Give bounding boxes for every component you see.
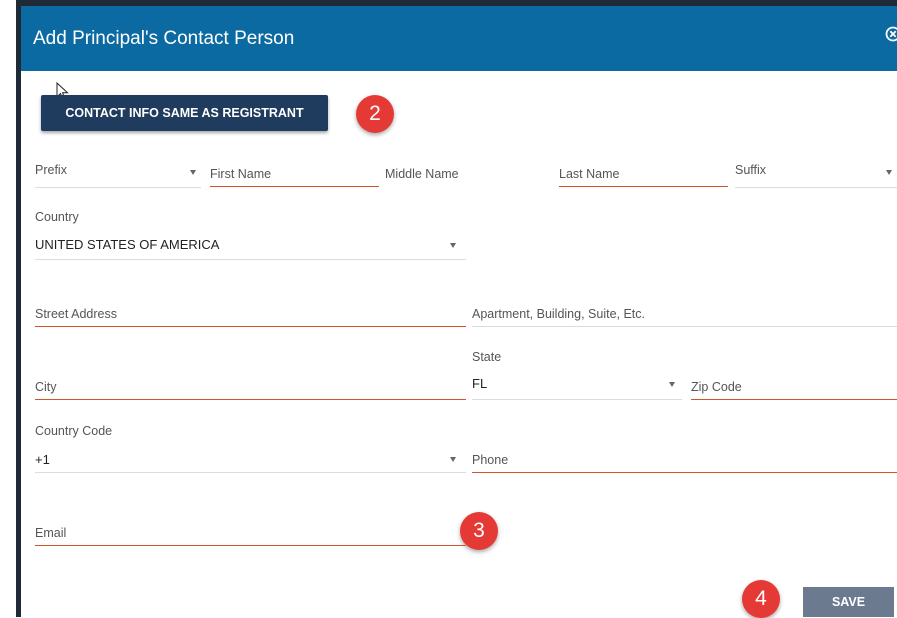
dialog-title: Add Principal's Contact Person (33, 28, 294, 50)
contact-same-as-registrant-button[interactable]: CONTACT INFO SAME AS REGISTRANT (41, 95, 328, 131)
zip-code-field[interactable]: Zip Code (691, 374, 897, 400)
street-address-underline (35, 326, 466, 327)
prefix-label: Prefix (35, 163, 67, 177)
country-code-label: Country Code (35, 424, 112, 438)
country-select[interactable]: UNITED STATES OF AMERICA (35, 232, 466, 260)
chevron-down-icon (450, 457, 456, 462)
first-name-label: First Name (210, 167, 271, 181)
phone-underline (472, 472, 897, 473)
suffix-label: Suffix (735, 163, 766, 177)
phone-field[interactable]: Phone (472, 447, 897, 473)
chevron-down-icon (450, 243, 456, 248)
country-value: UNITED STATES OF AMERICA (35, 237, 219, 252)
last-name-field[interactable]: Last Name (559, 160, 728, 188)
state-underline (472, 399, 682, 400)
apartment-underline (472, 326, 897, 327)
prefix-underline (35, 187, 201, 188)
country-underline (35, 259, 466, 260)
street-address-field[interactable]: Street Address (35, 302, 466, 328)
middle-name-field[interactable]: Middle Name (385, 160, 550, 188)
state-label: State (472, 350, 501, 364)
step-callout-2: 2 (356, 95, 394, 133)
chevron-down-icon (886, 170, 892, 175)
state-select[interactable]: FL (472, 372, 682, 400)
zip-code-underline (691, 399, 897, 400)
email-underline (35, 545, 466, 546)
close-icon[interactable] (885, 26, 897, 42)
chevron-down-icon (190, 170, 196, 175)
last-name-label: Last Name (559, 167, 619, 181)
dialog-header: Add Principal's Contact Person (21, 6, 897, 71)
step-callout-4: 4 (742, 580, 780, 618)
prefix-select[interactable]: Prefix (35, 160, 201, 188)
email-label: Email (35, 526, 66, 540)
last-name-underline (559, 186, 728, 187)
street-address-label: Street Address (35, 307, 117, 321)
dialog-border-left (16, 0, 21, 617)
state-value: FL (472, 376, 487, 391)
first-name-field[interactable]: First Name (210, 160, 379, 188)
suffix-select[interactable]: Suffix (735, 160, 897, 188)
country-code-select[interactable]: +1 (35, 446, 466, 474)
country-code-value: +1 (35, 452, 50, 467)
first-name-underline (210, 186, 379, 187)
country-code-underline (35, 472, 466, 473)
city-field[interactable]: City (35, 374, 466, 400)
save-button[interactable]: SAVE (803, 587, 894, 617)
apartment-label: Apartment, Building, Suite, Etc. (472, 307, 645, 321)
email-field[interactable]: Email (35, 520, 466, 546)
city-underline (35, 399, 466, 400)
zip-code-label: Zip Code (691, 380, 742, 394)
chevron-down-icon (669, 382, 675, 387)
apartment-field[interactable]: Apartment, Building, Suite, Etc. (472, 302, 897, 328)
middle-name-label: Middle Name (385, 167, 459, 181)
country-label: Country (35, 210, 79, 224)
suffix-underline (735, 187, 897, 188)
phone-label: Phone (472, 453, 508, 467)
city-label: City (35, 380, 57, 394)
